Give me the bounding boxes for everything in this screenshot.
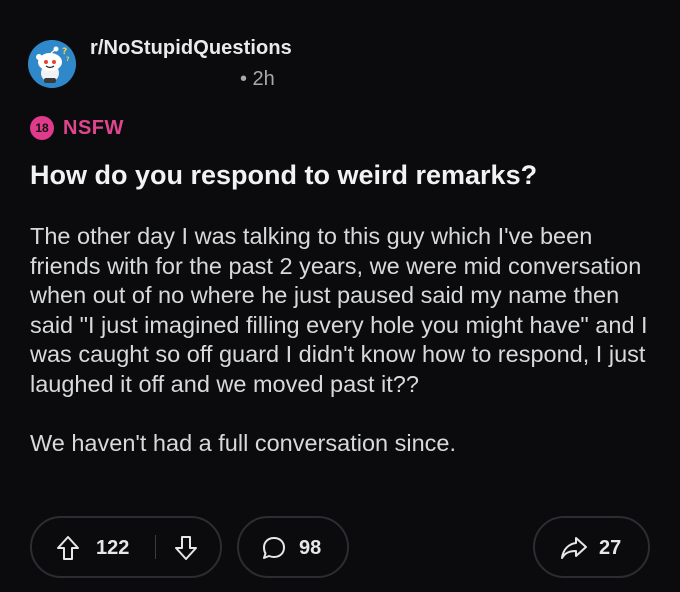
vote-divider [155, 535, 156, 559]
comment-count: 98 [299, 537, 322, 559]
share-button[interactable]: 27 [533, 516, 650, 578]
comments-button[interactable]: 98 [237, 516, 349, 578]
post-header: ? ? r/NoStupidQuestions • 2h [28, 30, 668, 100]
subreddit-avatar[interactable]: ? ? [28, 40, 76, 88]
share-arrow-icon [559, 535, 589, 561]
subreddit-name[interactable]: r/NoStupidQuestions [90, 37, 292, 60]
upvote-count: 122 [96, 537, 130, 559]
share-count: 27 [599, 537, 622, 559]
body-paragraph: We haven't had a full conversation since… [30, 429, 456, 456]
svg-text:?: ? [66, 56, 70, 63]
snoo-avatar-icon: ? ? [28, 40, 76, 88]
post-time: • 2h [240, 68, 275, 90]
body-paragraph: The other day I was talking to this guy … [30, 223, 648, 397]
nsfw-label: NSFW [63, 116, 124, 139]
post-body: The other day I was talking to this guy … [30, 222, 662, 488]
action-bar: 122 98 27 [30, 516, 652, 578]
arrow-up-icon[interactable] [56, 535, 80, 561]
nsfw-tag: 18 NSFW [30, 116, 124, 140]
arrow-down-icon[interactable] [174, 535, 198, 561]
nsfw-18-badge: 18 [30, 116, 54, 140]
speech-bubble-icon [261, 535, 287, 561]
post-title: How do you respond to weird remarks? [30, 160, 538, 190]
vote-pill: 122 [30, 516, 222, 578]
